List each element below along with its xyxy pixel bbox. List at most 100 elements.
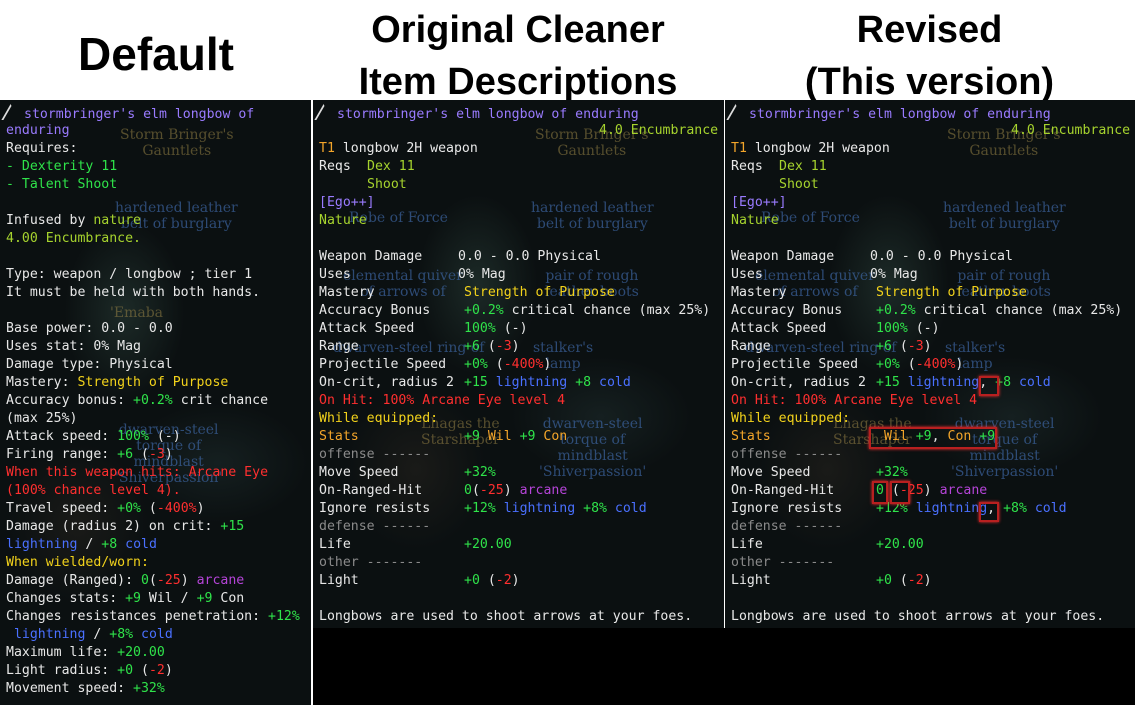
while-equipped: While equipped:: [731, 411, 851, 426]
defense-divider: defense ------: [319, 519, 431, 534]
wielded-header: When wielded/worn:: [6, 555, 149, 570]
item-name-cont: enduring: [6, 123, 70, 138]
uses-value: 0% Mag: [870, 267, 918, 282]
type-line: Type: weapon / longbow ; tier 1: [6, 267, 253, 282]
hands-line: It must be held with both hands.: [6, 285, 261, 300]
projectile-speed-value: +0% (-400%): [876, 357, 964, 372]
projectile-speed-value: +0% (-400%): [464, 357, 552, 372]
req-talent: - Talent Shoot: [6, 177, 118, 192]
light-value: +0 (-2): [464, 573, 520, 588]
on-hit: On Hit: 100% Arcane Eye level 4: [731, 393, 978, 408]
encumbrance: 4.0 Encumbrance: [1011, 123, 1131, 138]
ego-tag: [Ego++]: [319, 195, 375, 210]
on-crit-label: On-crit, radius 2: [319, 375, 454, 390]
on-crit-value: +15 lightning, +8 cold: [876, 375, 1051, 390]
light-label: Light: [319, 573, 359, 588]
other-divider: other -------: [319, 555, 423, 570]
on-ranged-hit-label: On-Ranged-Hit: [731, 483, 835, 498]
range-label: Range: [731, 339, 771, 354]
mastery-label: Mastery: [319, 285, 375, 300]
weapon-damage-label: Weapon Damage: [731, 249, 835, 264]
light-value: +0 (-2): [876, 573, 932, 588]
reqs-label: Reqs: [731, 159, 763, 174]
life-value: +20.00: [876, 537, 924, 552]
heading-revised-line1: Revised: [856, 9, 1003, 51]
resist-types: lightning / +8% cold: [13, 627, 173, 642]
offense-divider: offense ------: [731, 447, 843, 462]
on-hit: On Hit: 100% Arcane Eye level 4: [319, 393, 566, 408]
ranged-damage: Damage (Ranged): 0(-25) arcane: [6, 573, 245, 588]
changes-stats: Changes stats: +9 Wil / +9 Con: [6, 591, 245, 606]
resist-penetration: Changes resistances penetration: +12%: [6, 609, 300, 624]
req-shoot: Shoot: [779, 177, 819, 192]
stats-label: Stats: [319, 429, 359, 444]
uses-label: Uses: [731, 267, 763, 282]
crit-damage-types: lightning / +8 cold: [6, 537, 157, 552]
base-power: Base power: 0.0 - 0.0: [6, 321, 173, 336]
offense-divider: offense ------: [319, 447, 431, 462]
firing-range: Firing range: +6 (-3): [6, 447, 173, 462]
move-speed-value: +32%: [464, 465, 496, 480]
tooltip-default: Storm Bringer's Gauntlets hardened leath…: [0, 100, 311, 705]
attack-speed-value: 100% (-): [464, 321, 528, 336]
ignore-resists-value: +12% lightning +8% cold: [464, 501, 647, 516]
life-label: Life: [319, 537, 351, 552]
heading-revised: Revised (This version): [724, 4, 1135, 108]
accuracy-value: +0.2% critical chance (max 25%): [876, 303, 1123, 318]
highlight-ignore-comma: [979, 502, 999, 522]
weapon-damage-value: 0.0 - 0.0 Physical: [870, 249, 1013, 264]
movement-speed: Movement speed: +32%: [6, 681, 165, 696]
tooltip-revised: Storm Bringer's Gauntlets hardened leath…: [725, 100, 1135, 628]
attack-speed: Attack speed: 100% (-): [6, 429, 181, 444]
heading-original-line1: Original Cleaner: [371, 9, 665, 51]
move-speed-label: Move Speed: [319, 465, 399, 480]
range-label: Range: [319, 339, 359, 354]
nature-tag: Nature: [731, 213, 779, 228]
max-life: Maximum life: +20.00: [6, 645, 165, 660]
light-label: Light: [731, 573, 771, 588]
ghost-label-gauntlets: Storm Bringer's Gauntlets: [120, 127, 234, 159]
on-ranged-hit-value: 0(-25) arcane: [464, 483, 568, 498]
defense-divider: defense ------: [731, 519, 843, 534]
damage-type: Damage type: Physical: [6, 357, 173, 372]
tier-type: T1 longbow 2H weapon: [319, 141, 478, 156]
range-value: +6 (-3): [464, 339, 520, 354]
mastery: Mastery: Strength of Purpose: [6, 375, 229, 390]
attack-speed-label: Attack Speed: [319, 321, 415, 336]
req-shoot: Shoot: [367, 177, 407, 192]
encumbrance: 4.0 Encumbrance: [599, 123, 719, 138]
on-hit-line1: When this weapon hits: Arcane Eye: [6, 465, 269, 480]
ghost-label-emaba: 'Emaba: [110, 305, 163, 321]
weapon-damage-value: 0.0 - 0.0 Physical: [458, 249, 601, 264]
req-dexterity: - Dexterity 11: [6, 159, 118, 174]
mastery-value: Strength of Purpose: [876, 285, 1027, 300]
ego-tag: [Ego++]: [731, 195, 787, 210]
crit-damage: Damage (radius 2) on crit: +15: [6, 519, 245, 534]
highlight-ranged-zero: [872, 481, 888, 504]
ghost-label-belt: hardened leather belt of burglary: [943, 200, 1066, 232]
ghost-label-torque: dwarven-steel torque of mindblast 'Shive…: [539, 416, 647, 480]
tooltip-original-cleaner: Storm Bringer's Gauntlets hardened leath…: [313, 100, 724, 628]
item-name: stormbringer's elm longbow of enduring: [314, 104, 639, 124]
accuracy-value: +0.2% critical chance (max 25%): [464, 303, 711, 318]
encumbrance: 4.00 Encumbrance.: [6, 231, 141, 246]
accuracy-label: Accuracy Bonus: [731, 303, 843, 318]
ignore-resists-label: Ignore resists: [319, 501, 431, 516]
item-name: stormbringer's elm longbow of: [1, 104, 254, 124]
uses-value: 0% Mag: [458, 267, 506, 282]
stats-label: Stats: [731, 429, 771, 444]
life-label: Life: [731, 537, 763, 552]
mastery-label: Mastery: [731, 285, 787, 300]
light-radius: Light radius: +0 (-2): [6, 663, 173, 678]
while-equipped: While equipped:: [319, 411, 439, 426]
attack-speed-label: Attack Speed: [731, 321, 827, 336]
reqs-label: Reqs: [319, 159, 351, 174]
on-ranged-hit-label: On-Ranged-Hit: [319, 483, 423, 498]
accuracy: Accuracy bonus: +0.2% crit chance: [6, 393, 269, 408]
heading-default: Default: [78, 28, 234, 80]
tier-type: T1 longbow 2H weapon: [731, 141, 890, 156]
empty-area: [313, 628, 1135, 705]
item-name: stormbringer's elm longbow of enduring: [726, 104, 1051, 124]
highlight-oncrit-comma: [979, 376, 999, 396]
on-crit-label: On-crit, radius 2: [731, 375, 866, 390]
